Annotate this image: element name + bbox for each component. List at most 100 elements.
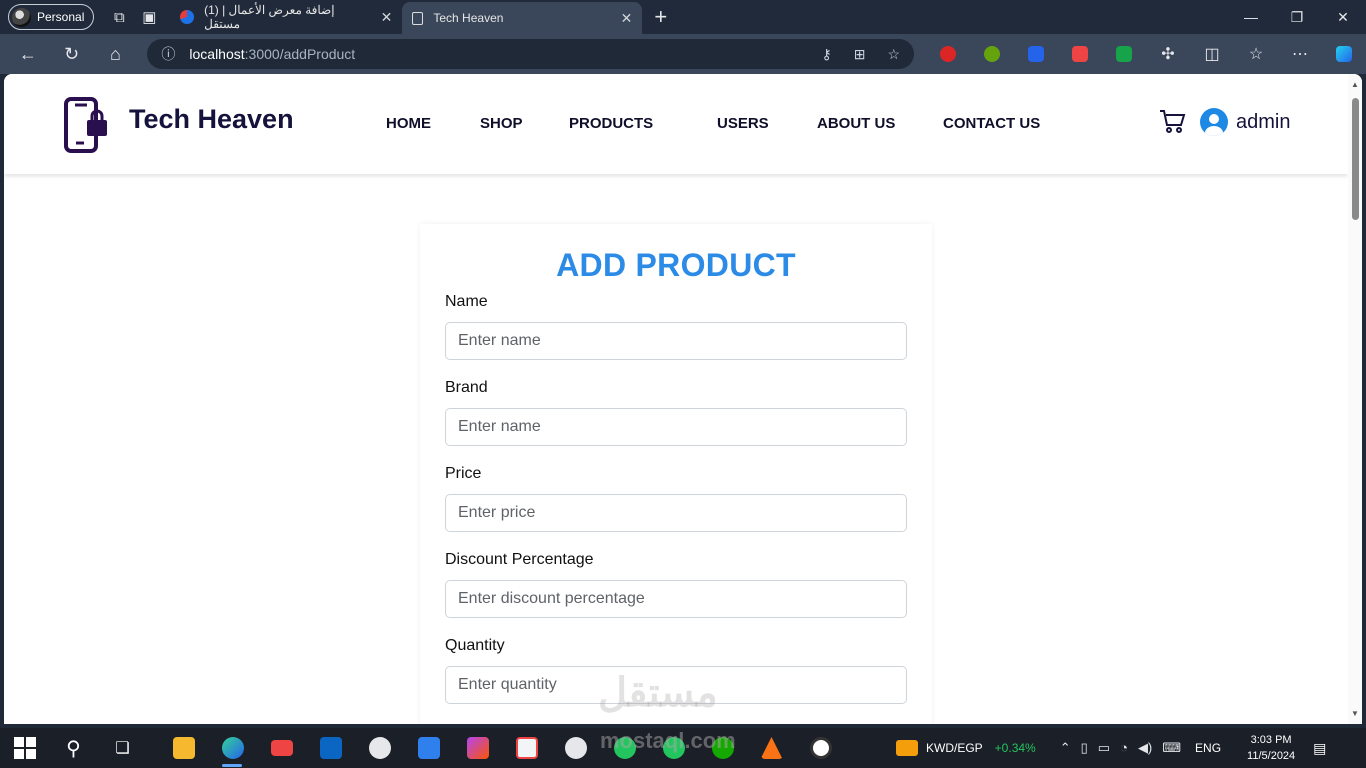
clock[interactable]: 3:03 PM 11/5/2024 [1247, 732, 1295, 764]
favorite-star-icon[interactable]: ☆ [887, 46, 900, 63]
refresh-icon[interactable]: ↻ [50, 44, 94, 65]
extensions-bar: ✣ ◫ ☆ ⋯ [926, 44, 1366, 64]
watermark-arabic: مستقل [598, 671, 718, 715]
start-icon[interactable] [0, 728, 49, 768]
site-brand[interactable]: Tech Heaven [129, 104, 294, 135]
browser-toolbar: ← ↻ ⌂ ⓘ localhost:3000/addProduct ⚷ ⊞ ☆ … [0, 34, 1366, 74]
phone-shop-logo-icon[interactable] [62, 96, 112, 154]
youtube-icon[interactable] [257, 728, 306, 768]
wifi-icon[interactable]: ◔ [1120, 740, 1128, 756]
nav-home[interactable]: HOME [386, 115, 431, 132]
split-screen-icon[interactable]: ◫ [1190, 44, 1234, 64]
window-controls: — ❐ ✕ [1228, 9, 1366, 26]
brand-input[interactable] [445, 408, 907, 446]
user-avatar-icon [1200, 108, 1228, 136]
tab-actions-icon[interactable]: ▣ [134, 2, 164, 32]
restore-icon[interactable]: ❐ [1274, 9, 1320, 26]
show-hidden-icons-icon[interactable]: ⌃ [1060, 740, 1071, 756]
close-tab-icon[interactable]: ✕ [621, 10, 633, 27]
tab-title: (1) إضافة معرض الأعمال | مستقل [204, 3, 335, 31]
discount-input[interactable] [445, 580, 907, 618]
page-scrollbar[interactable]: ▲ ▼ [1348, 74, 1362, 724]
apps-icon[interactable]: ⊞ [854, 46, 866, 63]
favorites-icon[interactable]: ☆ [1234, 44, 1278, 64]
nav-shop[interactable]: SHOP [480, 115, 523, 132]
name-input[interactable] [445, 322, 907, 360]
nav-contact-us[interactable]: CONTACT US [943, 115, 1040, 132]
extension-green-icon[interactable] [1102, 46, 1146, 62]
profile-avatar [12, 7, 31, 27]
price-field: Price [445, 465, 907, 532]
edge-icon[interactable] [208, 728, 257, 768]
keyboard-icon[interactable]: ⌨ [1162, 740, 1181, 756]
extension-red-icon[interactable] [926, 46, 970, 62]
close-window-icon[interactable]: ✕ [1320, 9, 1366, 26]
language-indicator[interactable]: ENG [1195, 741, 1221, 755]
close-tab-icon[interactable]: ✕ [381, 9, 393, 26]
file-explorer-icon[interactable] [159, 728, 208, 768]
battery-icon[interactable]: ▭ [1098, 740, 1110, 756]
scrollbar-thumb[interactable] [1352, 98, 1359, 220]
search-icon[interactable]: ⚲ [49, 728, 98, 768]
extensions-puzzle-icon[interactable]: ✣ [1146, 44, 1190, 64]
browser-tab-bar: Personal ⧉ ▣ (1) إضافة معرض الأعمال | مس… [0, 0, 1366, 34]
site-header: Tech Heaven HOME SHOP PRODUCTS USERS ABO… [4, 74, 1348, 174]
quantity-label: Quantity [445, 637, 505, 654]
site-info-icon[interactable]: ⓘ [161, 44, 175, 64]
watermark-latin: mostaql.com [600, 728, 736, 753]
system-tray: KWD/EGP +0.34% ⌃ ▯ ▭ ◔ ◀) ⌨ ENG 3:03 PM … [896, 728, 1326, 768]
discount-field: Discount Percentage [445, 551, 907, 618]
page-viewport: Tech Heaven HOME SHOP PRODUCTS USERS ABO… [4, 74, 1362, 724]
more-menu-icon[interactable]: ⋯ [1278, 44, 1322, 64]
tab-tech-heaven[interactable]: Tech Heaven ✕ [402, 2, 643, 34]
new-tab-icon[interactable]: + [654, 4, 667, 30]
key-icon[interactable]: ⚷ [821, 46, 831, 63]
phpstorm-icon[interactable] [453, 728, 502, 768]
add-product-form: ADD PRODUCT Name Brand Price Discount Pe… [420, 224, 932, 724]
extension-globe-icon[interactable] [970, 46, 1014, 62]
vlc-icon[interactable] [747, 728, 796, 768]
media-player-icon[interactable] [796, 728, 845, 768]
scroll-up-icon[interactable]: ▲ [1351, 80, 1359, 89]
back-icon[interactable]: ← [6, 44, 50, 65]
clock-time: 3:03 PM [1250, 734, 1292, 746]
currency-pair[interactable]: KWD/EGP [926, 741, 983, 755]
name-field: Name [445, 293, 907, 360]
brand-label: Brand [445, 379, 488, 396]
usb-icon[interactable]: ▯ [1081, 740, 1088, 756]
profile-button[interactable]: Personal [8, 4, 95, 30]
profile-label: Personal [37, 10, 85, 24]
address-bar[interactable]: ⓘ localhost:3000/addProduct ⚷ ⊞ ☆ [147, 39, 914, 69]
stocks-widget-icon[interactable] [896, 740, 918, 756]
home-icon[interactable]: ⌂ [94, 44, 138, 65]
extension-shield-icon[interactable] [1058, 46, 1102, 62]
scroll-down-icon[interactable]: ▼ [1351, 709, 1359, 718]
notifications-icon[interactable]: ▤ [1313, 740, 1326, 757]
form-title: ADD PRODUCT [556, 247, 796, 283]
task-view-icon[interactable]: ❏ [98, 728, 147, 768]
app-h-icon[interactable] [502, 728, 551, 768]
github-icon[interactable] [355, 728, 404, 768]
nav-users[interactable]: USERS [717, 115, 769, 132]
minimize-icon[interactable]: — [1228, 9, 1274, 26]
mostaql-favicon-icon [180, 10, 195, 24]
price-label: Price [445, 465, 482, 482]
clock-date: 11/5/2024 [1247, 750, 1296, 762]
volume-icon[interactable]: ◀) [1138, 740, 1152, 756]
tab-mostaql[interactable]: (1) إضافة معرض الأعمال | مستقل ✕ [170, 0, 402, 34]
user-menu[interactable]: admin [1200, 108, 1290, 136]
vscode-icon[interactable] [404, 728, 453, 768]
app-panda-icon[interactable] [551, 728, 600, 768]
extension-blue-icon[interactable] [1014, 46, 1058, 62]
discount-label: Discount Percentage [445, 551, 594, 568]
cart-icon[interactable] [1158, 108, 1186, 134]
linkedin-icon[interactable] [306, 728, 355, 768]
nav-about-us[interactable]: ABOUT US [817, 115, 895, 132]
tab-title: Tech Heaven [433, 11, 504, 25]
workspaces-icon[interactable]: ⧉ [104, 2, 134, 32]
url-text: localhost:3000/addProduct [189, 46, 356, 62]
price-input[interactable] [445, 494, 907, 532]
nav-products[interactable]: PRODUCTS [569, 115, 653, 132]
copilot-icon[interactable] [1322, 46, 1366, 62]
currency-change: +0.34% [994, 741, 1036, 755]
